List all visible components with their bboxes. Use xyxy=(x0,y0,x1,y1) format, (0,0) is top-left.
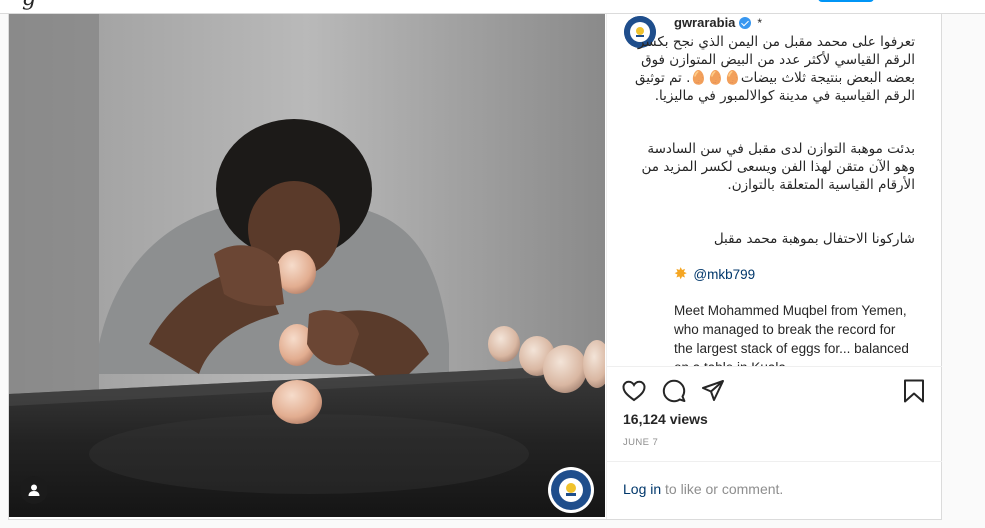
egg-bottom xyxy=(272,380,322,424)
post-card: gwrarabia * تعرفوا على محمد مقبل من اليم… xyxy=(8,14,942,520)
post-video[interactable] xyxy=(9,14,605,517)
caption-header: gwrarabia * xyxy=(674,15,762,30)
mention-link[interactable]: @mkb799 xyxy=(693,267,755,282)
video-frame xyxy=(9,14,605,517)
action-bar xyxy=(607,374,942,410)
header-dot: * xyxy=(757,15,763,30)
burst-icon: ✸ xyxy=(674,266,688,283)
heart-icon[interactable] xyxy=(621,378,647,404)
divider xyxy=(607,366,942,367)
egg-top xyxy=(276,250,316,294)
caption-english: Meet Mohammed Muqbel from Yemen, who man… xyxy=(674,303,909,366)
caption-arabic-1: تعرفوا على محمد مقبل من اليمن الذي نجح ب… xyxy=(634,34,915,104)
follow-button[interactable] xyxy=(818,0,874,2)
verified-badge-icon xyxy=(739,16,752,29)
guinness-watermark-icon xyxy=(548,467,594,513)
login-prompt-text: to like or comment. xyxy=(661,481,784,497)
post-side-panel: gwrarabia * تعرفوا على محمد مقبل من اليم… xyxy=(606,14,942,519)
view-count[interactable]: 16,124 views xyxy=(623,411,708,427)
paper-plane-icon[interactable] xyxy=(700,378,726,404)
mention-row: ✸ @mkb799 xyxy=(674,264,755,284)
caption-arabic-3: شاركونا الاحتفال بموهبة محمد مقبل xyxy=(713,231,915,247)
login-link[interactable]: Log in xyxy=(623,481,661,497)
login-prompt: Log in to like or comment. xyxy=(623,481,783,497)
post-date[interactable]: JUNE 7 xyxy=(623,437,658,448)
divider xyxy=(607,461,942,462)
caption-arabic-2: بدئت موهبة التوازن لدى مقبل في سن السادس… xyxy=(641,141,915,193)
top-nav-bar: g xyxy=(0,0,985,14)
instagram-logo[interactable]: g xyxy=(22,0,36,11)
bookmark-icon[interactable] xyxy=(901,378,927,404)
caption-area[interactable]: gwrarabia * تعرفوا على محمد مقبل من اليم… xyxy=(607,14,942,366)
comment-icon[interactable] xyxy=(661,378,687,404)
username-link[interactable]: gwrarabia xyxy=(674,15,735,30)
user-tag-icon[interactable] xyxy=(20,476,48,504)
